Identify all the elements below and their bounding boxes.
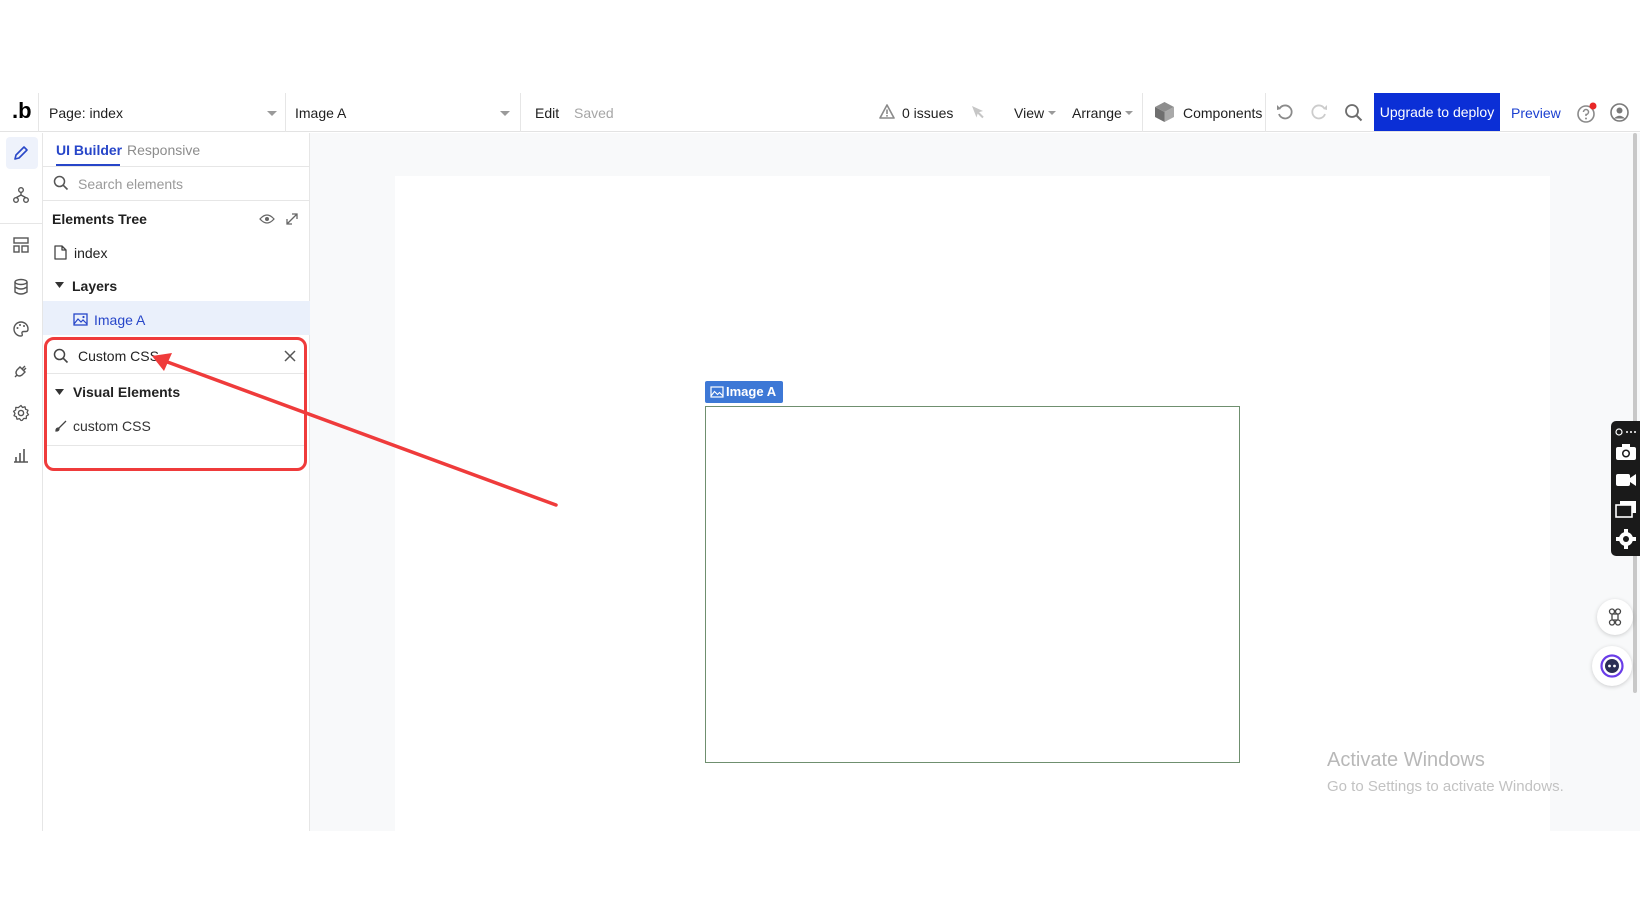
tab-responsive[interactable]: Responsive [127, 142, 200, 158]
divider [43, 166, 310, 167]
layers-label[interactable]: Layers [72, 278, 117, 294]
tab-underline [56, 164, 120, 166]
annotation-highlight-box [44, 337, 307, 471]
sidebar-rail [0, 133, 43, 831]
activate-windows-title: Activate Windows [1327, 749, 1485, 771]
edit-menu[interactable]: Edit [535, 105, 559, 121]
screen-recorder-toolbar [1611, 421, 1640, 556]
styles-layout-icon[interactable] [11, 235, 31, 255]
saved-status: Saved [574, 105, 614, 121]
activate-windows-subtitle: Go to Settings to activate Windows. [1327, 778, 1564, 795]
cube-icon[interactable] [1154, 101, 1175, 123]
image-element[interactable] [705, 406, 1240, 763]
chevron-down-icon[interactable] [1125, 111, 1133, 115]
assistant-button[interactable] [1592, 646, 1632, 686]
element-selector[interactable]: Image A [295, 105, 346, 121]
logs-chart-icon[interactable] [11, 445, 31, 465]
chevron-down-icon[interactable] [267, 111, 277, 116]
inspect-cursor-icon[interactable] [970, 104, 986, 120]
tree-item-image-a-label[interactable]: Image A [94, 312, 145, 328]
tree-item-index[interactable]: index [74, 245, 107, 261]
workflow-icon[interactable] [11, 185, 31, 205]
settings-gear-icon[interactable] [1615, 528, 1637, 550]
page-selector[interactable]: Page: index [49, 105, 123, 121]
chevron-down-icon[interactable] [1048, 111, 1056, 115]
design-pencil-icon[interactable] [11, 143, 31, 163]
command-key-icon [1608, 608, 1622, 626]
window-capture-icon[interactable] [1615, 500, 1637, 518]
shortcuts-button[interactable] [1597, 599, 1633, 635]
more-options-icon[interactable] [1615, 427, 1637, 437]
triangle-down-icon[interactable] [55, 282, 64, 288]
page-file-icon [54, 245, 67, 260]
expand-icon[interactable] [285, 212, 299, 226]
search-elements-input[interactable]: Search elements [78, 176, 183, 192]
palette-icon[interactable] [11, 319, 31, 339]
divider [1265, 93, 1266, 132]
search-icon[interactable] [1344, 103, 1363, 122]
image-icon [710, 386, 724, 398]
tab-ui-builder[interactable]: UI Builder [56, 142, 122, 158]
arrange-menu[interactable]: Arrange [1072, 105, 1122, 121]
divider [520, 93, 521, 132]
divider [285, 93, 286, 132]
ui-builder-panel: UI Builder Responsive Search elements El… [43, 133, 310, 831]
issues-count[interactable]: 0 issues [902, 105, 953, 121]
settings-gear-icon[interactable] [11, 403, 31, 423]
top-toolbar: .b Page: index Image A Edit Saved 0 issu… [0, 93, 1640, 132]
help-icon[interactable] [1576, 102, 1598, 124]
vertical-scrollbar[interactable] [1633, 133, 1637, 693]
bubble-logo[interactable]: .b [12, 98, 32, 124]
search-icon [53, 175, 69, 191]
components-button[interactable]: Components [1183, 105, 1262, 121]
chevron-down-icon[interactable] [500, 111, 510, 116]
view-menu[interactable]: View [1014, 105, 1044, 121]
elements-tree-title: Elements Tree [52, 211, 147, 227]
plugins-icon[interactable] [11, 361, 31, 381]
warning-icon[interactable] [879, 104, 895, 119]
divider [0, 223, 43, 224]
eye-icon[interactable] [259, 213, 275, 225]
redo-icon[interactable] [1310, 103, 1328, 121]
upgrade-to-deploy-button[interactable]: Upgrade to deploy [1374, 93, 1500, 131]
image-icon [73, 313, 88, 326]
divider [1142, 93, 1143, 132]
video-camera-icon[interactable] [1615, 472, 1637, 488]
divider [38, 93, 39, 132]
undo-icon[interactable] [1276, 103, 1294, 121]
assistant-face-icon [1600, 654, 1624, 678]
camera-icon[interactable] [1615, 443, 1637, 461]
user-avatar-icon[interactable] [1610, 103, 1629, 122]
database-icon[interactable] [11, 277, 31, 297]
preview-link[interactable]: Preview [1511, 105, 1561, 121]
divider [43, 200, 310, 201]
